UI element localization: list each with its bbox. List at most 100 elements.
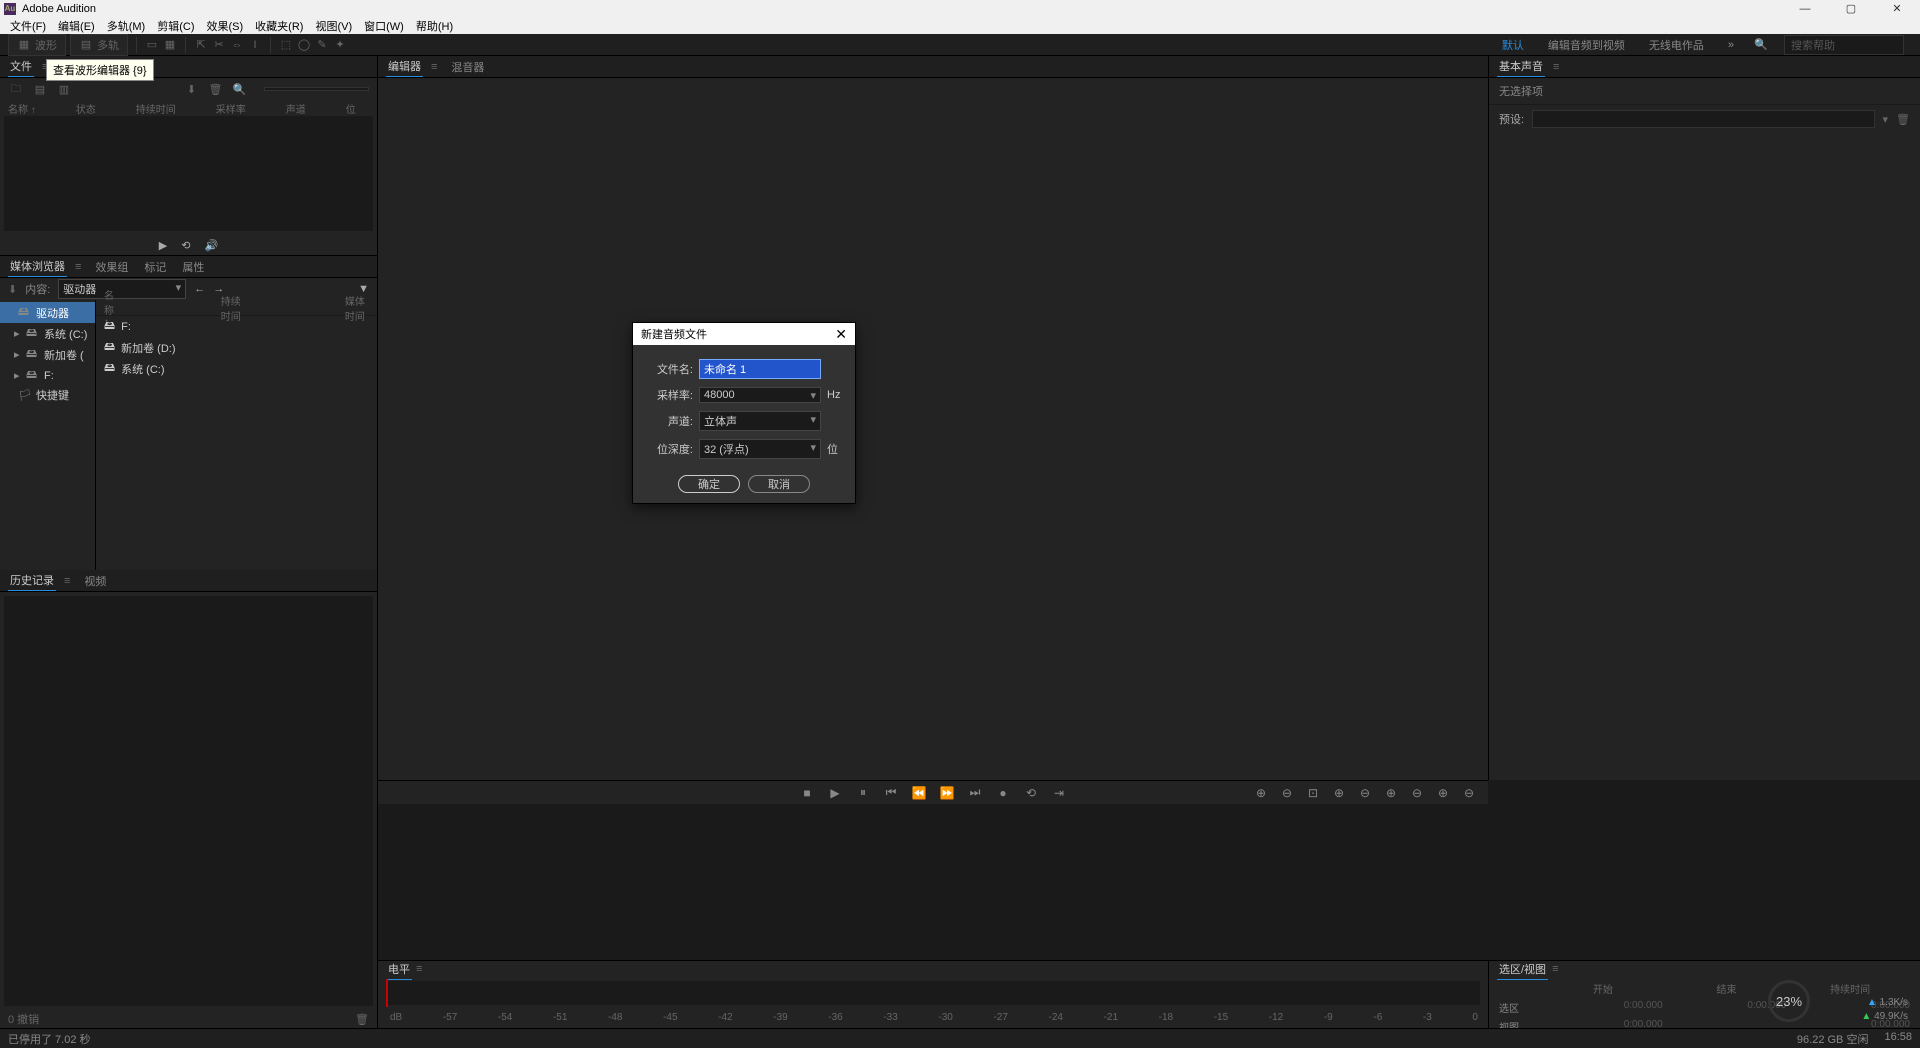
import-icon[interactable]: ⬇ [184, 83, 200, 96]
waveform-small-icon[interactable]: ▥ [56, 83, 72, 96]
video-tab[interactable]: 视频 [82, 571, 108, 591]
go-to-start-button[interactable]: ⏮ [882, 785, 900, 800]
skip-selection-button[interactable]: ⇥ [1050, 786, 1068, 800]
col-channels[interactable]: 声道 [286, 101, 306, 116]
panel-menu-icon[interactable]: ≡ [416, 963, 422, 975]
tree-drive-d[interactable]: ▸🖴新加卷 ( [0, 344, 95, 365]
zoom-out-point-icon[interactable]: ⊖ [1460, 786, 1478, 800]
tree-drive-f[interactable]: ▸🖴F: [0, 365, 95, 386]
effects-rack-tab[interactable]: 效果组 [93, 257, 130, 277]
selection-view-tab[interactable]: 选区/视图 [1497, 959, 1548, 980]
pause-button[interactable]: ⏸ [854, 785, 872, 800]
autoplay-icon[interactable]: 🔊 [204, 239, 218, 252]
shortcut-icon[interactable]: ⬇ [8, 283, 17, 296]
dialog-close-button[interactable]: ✕ [835, 326, 847, 343]
menu-effects[interactable]: 效果(S) [201, 18, 250, 34]
samplerate-dropdown[interactable]: 48000 [699, 387, 821, 403]
panel-menu-icon[interactable]: ≡ [1553, 61, 1559, 73]
spectral-icon[interactable]: ▦ [163, 38, 177, 52]
files-search-input[interactable] [264, 87, 370, 91]
record-icon[interactable]: ▤ [32, 83, 48, 96]
menu-clip[interactable]: 剪辑(C) [151, 18, 200, 34]
menu-view[interactable]: 视图(V) [309, 18, 358, 34]
cancel-button[interactable]: 取消 [748, 475, 810, 493]
fast-forward-button[interactable]: ⏩ [938, 786, 956, 800]
razor-tool-icon[interactable]: ✂ [212, 38, 226, 52]
expand-icon[interactable]: ▸ [14, 369, 22, 382]
preset-menu-icon[interactable]: ▾ [1883, 113, 1889, 126]
lasso-icon[interactable]: ◯ [297, 38, 311, 52]
tree-drives[interactable]: 🖴驱动器 [0, 302, 95, 323]
hud-icon[interactable]: ▭ [145, 38, 159, 52]
tree-drive-c[interactable]: ▸🖴系统 (C:) [0, 323, 95, 344]
menu-edit[interactable]: 编辑(E) [52, 18, 101, 34]
panel-menu-icon[interactable]: ≡ [1552, 963, 1558, 975]
col-duration[interactable]: 持续时间 [136, 101, 176, 116]
panel-menu-icon[interactable]: ≡ [431, 61, 437, 73]
maximize-button[interactable]: ▢ [1828, 0, 1874, 17]
play-button[interactable]: ▶ [826, 786, 844, 800]
col-bits[interactable]: 位 [346, 101, 356, 116]
col-name[interactable]: 名称 ↑ [8, 101, 36, 116]
col-samplerate[interactable]: 采样率 [216, 101, 246, 116]
zoom-in-amp-icon[interactable]: ⊕ [1330, 786, 1348, 800]
editor-tab[interactable]: 编辑器 [386, 56, 423, 77]
go-to-end-button[interactable]: ⏭ [966, 785, 984, 800]
play-icon[interactable]: ▶ [159, 239, 167, 252]
files-tab[interactable]: 文件 [8, 56, 34, 77]
panel-menu-icon[interactable]: ≡ [64, 575, 70, 587]
tree-shortcuts[interactable]: 🏳快捷键 [0, 386, 95, 404]
content-dropdown[interactable]: 驱动器 [58, 279, 186, 299]
back-icon[interactable]: ← [194, 283, 205, 295]
waveform-view-button[interactable]: ▦波形 [8, 34, 66, 56]
col-mediatime[interactable]: 媒体时间 [345, 293, 369, 323]
selection-start[interactable]: 0:00.000 [1543, 1000, 1663, 1015]
bitdepth-dropdown[interactable]: 32 (浮点) [699, 439, 821, 459]
time-select-icon[interactable]: I [248, 38, 262, 52]
close-button[interactable]: ✕ [1874, 0, 1920, 17]
stop-button[interactable]: ■ [798, 786, 816, 800]
preset-delete-icon[interactable]: 🗑 [1896, 113, 1910, 126]
loop-icon[interactable]: ⟲ [181, 239, 190, 252]
rewind-button[interactable]: ⏪ [910, 786, 928, 800]
help-search-input[interactable]: 搜索帮助 [1784, 35, 1904, 55]
record-button[interactable]: ● [994, 786, 1012, 800]
zoom-reset-icon[interactable]: ⊡ [1304, 786, 1322, 800]
search-icon[interactable]: 🔍 [232, 83, 248, 96]
markers-tab[interactable]: 标记 [142, 257, 168, 277]
files-list[interactable] [4, 116, 373, 231]
zoom-in-point-icon[interactable]: ⊕ [1434, 786, 1452, 800]
workspace-default[interactable]: 默认 [1498, 37, 1528, 53]
zoom-sel-out-icon[interactable]: ⊖ [1408, 786, 1426, 800]
multitrack-view-button[interactable]: ▤多轨 [70, 34, 128, 56]
panel-menu-icon[interactable]: ≡ [75, 261, 81, 273]
brush-icon[interactable]: ✎ [315, 38, 329, 52]
zoom-in-time-icon[interactable]: ⊕ [1252, 786, 1270, 800]
minimize-button[interactable]: — [1782, 0, 1828, 17]
slip-tool-icon[interactable]: ⇔ [230, 38, 244, 52]
list-item[interactable]: 🖴系统 (C:) [96, 358, 377, 379]
expand-icon[interactable]: ▸ [14, 327, 22, 340]
workspace-radio[interactable]: 无线电作品 [1645, 37, 1708, 53]
zoom-out-time-icon[interactable]: ⊖ [1278, 786, 1296, 800]
menu-favorites[interactable]: 收藏夹(R) [249, 18, 309, 34]
list-item[interactable]: 🖴新加卷 (D:) [96, 337, 377, 358]
trash-icon[interactable]: 🗑 [208, 83, 224, 96]
zoom-sel-in-icon[interactable]: ⊕ [1382, 786, 1400, 800]
open-file-icon[interactable]: 🗀 [8, 80, 24, 99]
col-duration[interactable]: 持续时间 [221, 293, 245, 323]
channels-dropdown[interactable]: 立体声 [699, 411, 821, 431]
ok-button[interactable]: 确定 [678, 475, 740, 493]
move-tool-icon[interactable]: ⇱ [194, 38, 208, 52]
menu-help[interactable]: 帮助(H) [410, 18, 459, 34]
zoom-out-amp-icon[interactable]: ⊖ [1356, 786, 1374, 800]
expand-icon[interactable]: ▸ [14, 348, 22, 361]
filename-input[interactable]: 未命名 1 [699, 359, 821, 379]
loop-button[interactable]: ⟲ [1022, 786, 1040, 800]
levels-tab[interactable]: 电平 [386, 959, 412, 980]
menu-file[interactable]: 文件(F) [4, 18, 52, 34]
media-browser-tab[interactable]: 媒体浏览器 [8, 256, 67, 277]
dialog-title-bar[interactable]: 新建音频文件 ✕ [633, 323, 855, 345]
marquee-icon[interactable]: ⬚ [279, 38, 293, 52]
preset-dropdown[interactable] [1532, 110, 1874, 128]
